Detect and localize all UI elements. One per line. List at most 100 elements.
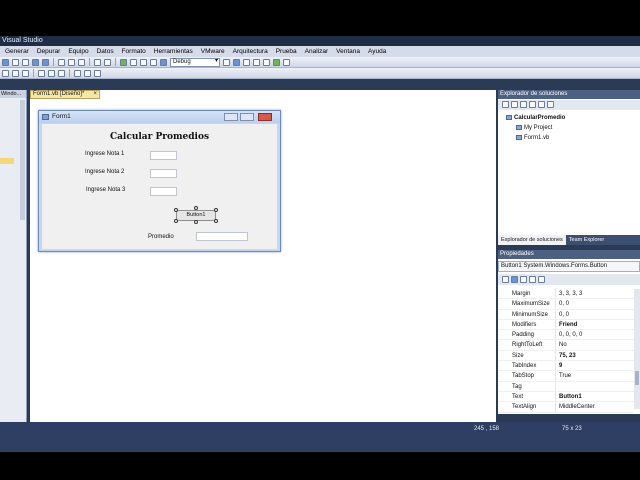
menu-ventana[interactable]: Ventana [332, 46, 364, 57]
menu-formato[interactable]: Formato [118, 46, 150, 57]
menu-depurar[interactable]: Depurar [33, 46, 64, 57]
class-diagram-icon[interactable] [547, 101, 554, 108]
property-value[interactable]: Button1 [555, 391, 634, 402]
new-project-icon[interactable] [2, 58, 9, 66]
property-row[interactable]: Size 75, 23 [498, 350, 634, 362]
property-value[interactable]: 0, 0 [555, 299, 634, 309]
undo-icon[interactable] [94, 58, 101, 66]
close-icon[interactable] [258, 113, 272, 121]
tree-project[interactable]: CalcularPromedio [506, 115, 565, 121]
property-row[interactable]: Text Button1 [498, 391, 634, 403]
property-value[interactable]: 0, 0, 0, 0 [555, 330, 634, 340]
menu-equipo[interactable]: Equipo [64, 46, 92, 57]
properties-icon[interactable] [243, 58, 250, 66]
solution-config-combo[interactable]: Debug [170, 57, 220, 67]
events-icon[interactable] [529, 276, 536, 283]
property-value[interactable]: 75, 23 [555, 350, 634, 361]
save-icon[interactable] [32, 58, 39, 66]
menu-generar[interactable]: Generar [1, 46, 33, 57]
tab-team-explorer[interactable]: Team Explorer [566, 235, 607, 245]
same-height-icon[interactable] [84, 69, 91, 77]
menu-vmware[interactable]: VMware [197, 46, 229, 57]
start-page-icon[interactable] [283, 58, 290, 66]
property-row[interactable]: TabStop True [498, 371, 634, 382]
property-pages-icon[interactable] [538, 276, 545, 283]
resize-handle[interactable] [194, 206, 198, 210]
property-row[interactable]: Modifiers Friend [498, 319, 634, 331]
resize-handle[interactable] [194, 220, 198, 224]
save-all-icon[interactable] [42, 58, 49, 66]
properties-icon[interactable] [520, 276, 527, 283]
property-value[interactable] [555, 381, 634, 391]
textbox-promedio[interactable] [196, 232, 248, 241]
property-row[interactable]: Margin 3, 3, 3, 3 [498, 289, 634, 300]
start-debug-icon[interactable] [120, 58, 127, 66]
categorized-icon[interactable] [502, 276, 509, 283]
add-item-icon[interactable] [12, 58, 19, 66]
property-value[interactable]: 3, 3, 3, 3 [555, 289, 634, 299]
align-bottom-icon[interactable] [58, 69, 65, 77]
same-size-icon[interactable] [94, 69, 101, 77]
properties-icon[interactable] [502, 101, 509, 108]
tree-item-myproject[interactable]: My Project [516, 125, 552, 131]
toolbox-scrollbar[interactable] [20, 100, 25, 220]
alphabetical-icon[interactable] [511, 276, 518, 283]
extension-icon[interactable] [273, 58, 280, 66]
property-value[interactable]: True [555, 371, 634, 381]
open-file-icon[interactable] [22, 58, 29, 66]
scrollbar-thumb[interactable] [635, 371, 639, 385]
property-row[interactable]: MaximumSize 0, 0 [498, 299, 634, 310]
property-value[interactable]: MiddleCenter [555, 402, 634, 412]
align-right-icon[interactable] [22, 69, 29, 77]
resize-handle[interactable] [174, 219, 178, 223]
properties-object-selector[interactable]: Button1 System.Windows.Forms.Button [498, 261, 640, 272]
property-row[interactable]: TextAlign MiddleCenter [498, 402, 634, 413]
property-row[interactable]: RightToLeft No [498, 340, 634, 351]
redo-icon[interactable] [104, 58, 111, 66]
menu-analizar[interactable]: Analizar [301, 46, 332, 57]
minimize-icon[interactable] [224, 113, 238, 121]
menu-ayuda[interactable]: Ayuda [364, 46, 390, 57]
property-value[interactable]: Friend [555, 319, 634, 330]
resize-handle[interactable] [174, 208, 178, 212]
close-icon[interactable]: × [93, 91, 97, 98]
maximize-icon[interactable] [240, 113, 254, 121]
find-icon[interactable] [150, 58, 157, 66]
textbox-nota1[interactable] [150, 151, 177, 160]
form1-window[interactable]: Form1 Calcular Promedios Ingrese Nota 1 … [38, 110, 281, 252]
align-center-icon[interactable] [12, 69, 19, 77]
solution-explorer-icon[interactable] [233, 58, 240, 66]
paste-icon[interactable] [78, 58, 85, 66]
pause-icon[interactable] [130, 58, 137, 66]
property-row[interactable]: MinimumSize 0, 0 [498, 309, 634, 320]
navigate-icon[interactable] [160, 58, 167, 66]
stop-icon[interactable] [140, 58, 147, 66]
property-row[interactable]: Tag [498, 381, 634, 392]
find-in-files-icon[interactable] [223, 58, 230, 66]
resize-handle[interactable] [214, 219, 218, 223]
property-row[interactable]: TabIndex 9 [498, 361, 634, 372]
show-all-files-icon[interactable] [511, 101, 518, 108]
toolbox-icon[interactable] [263, 58, 270, 66]
align-left-icon[interactable] [2, 69, 9, 77]
properties-scrollbar[interactable] [634, 289, 640, 409]
tree-item-form1[interactable]: Form1.vb [516, 135, 549, 141]
property-value[interactable]: No [555, 340, 634, 350]
align-top-icon[interactable] [38, 69, 45, 77]
resize-handle[interactable] [214, 208, 218, 212]
view-code-icon[interactable] [529, 101, 536, 108]
property-value[interactable]: 9 [555, 361, 634, 371]
menu-arquitectura[interactable]: Arquitectura [229, 46, 272, 57]
tab-solution-explorer[interactable]: Explorador de soluciones [498, 235, 566, 245]
refresh-icon[interactable] [520, 101, 527, 108]
toolbox-selected-item[interactable] [0, 158, 14, 164]
menu-datos[interactable]: Datos [93, 46, 118, 57]
menu-herramientas[interactable]: Herramientas [150, 46, 197, 57]
tab-form1-design[interactable]: Form1.vb [Diseño]* × [30, 90, 100, 99]
copy-icon[interactable] [68, 58, 75, 66]
cut-icon[interactable] [58, 58, 65, 66]
same-width-icon[interactable] [74, 69, 81, 77]
align-middle-icon[interactable] [48, 69, 55, 77]
menu-prueba[interactable]: Prueba [272, 46, 301, 57]
object-browser-icon[interactable] [253, 58, 260, 66]
